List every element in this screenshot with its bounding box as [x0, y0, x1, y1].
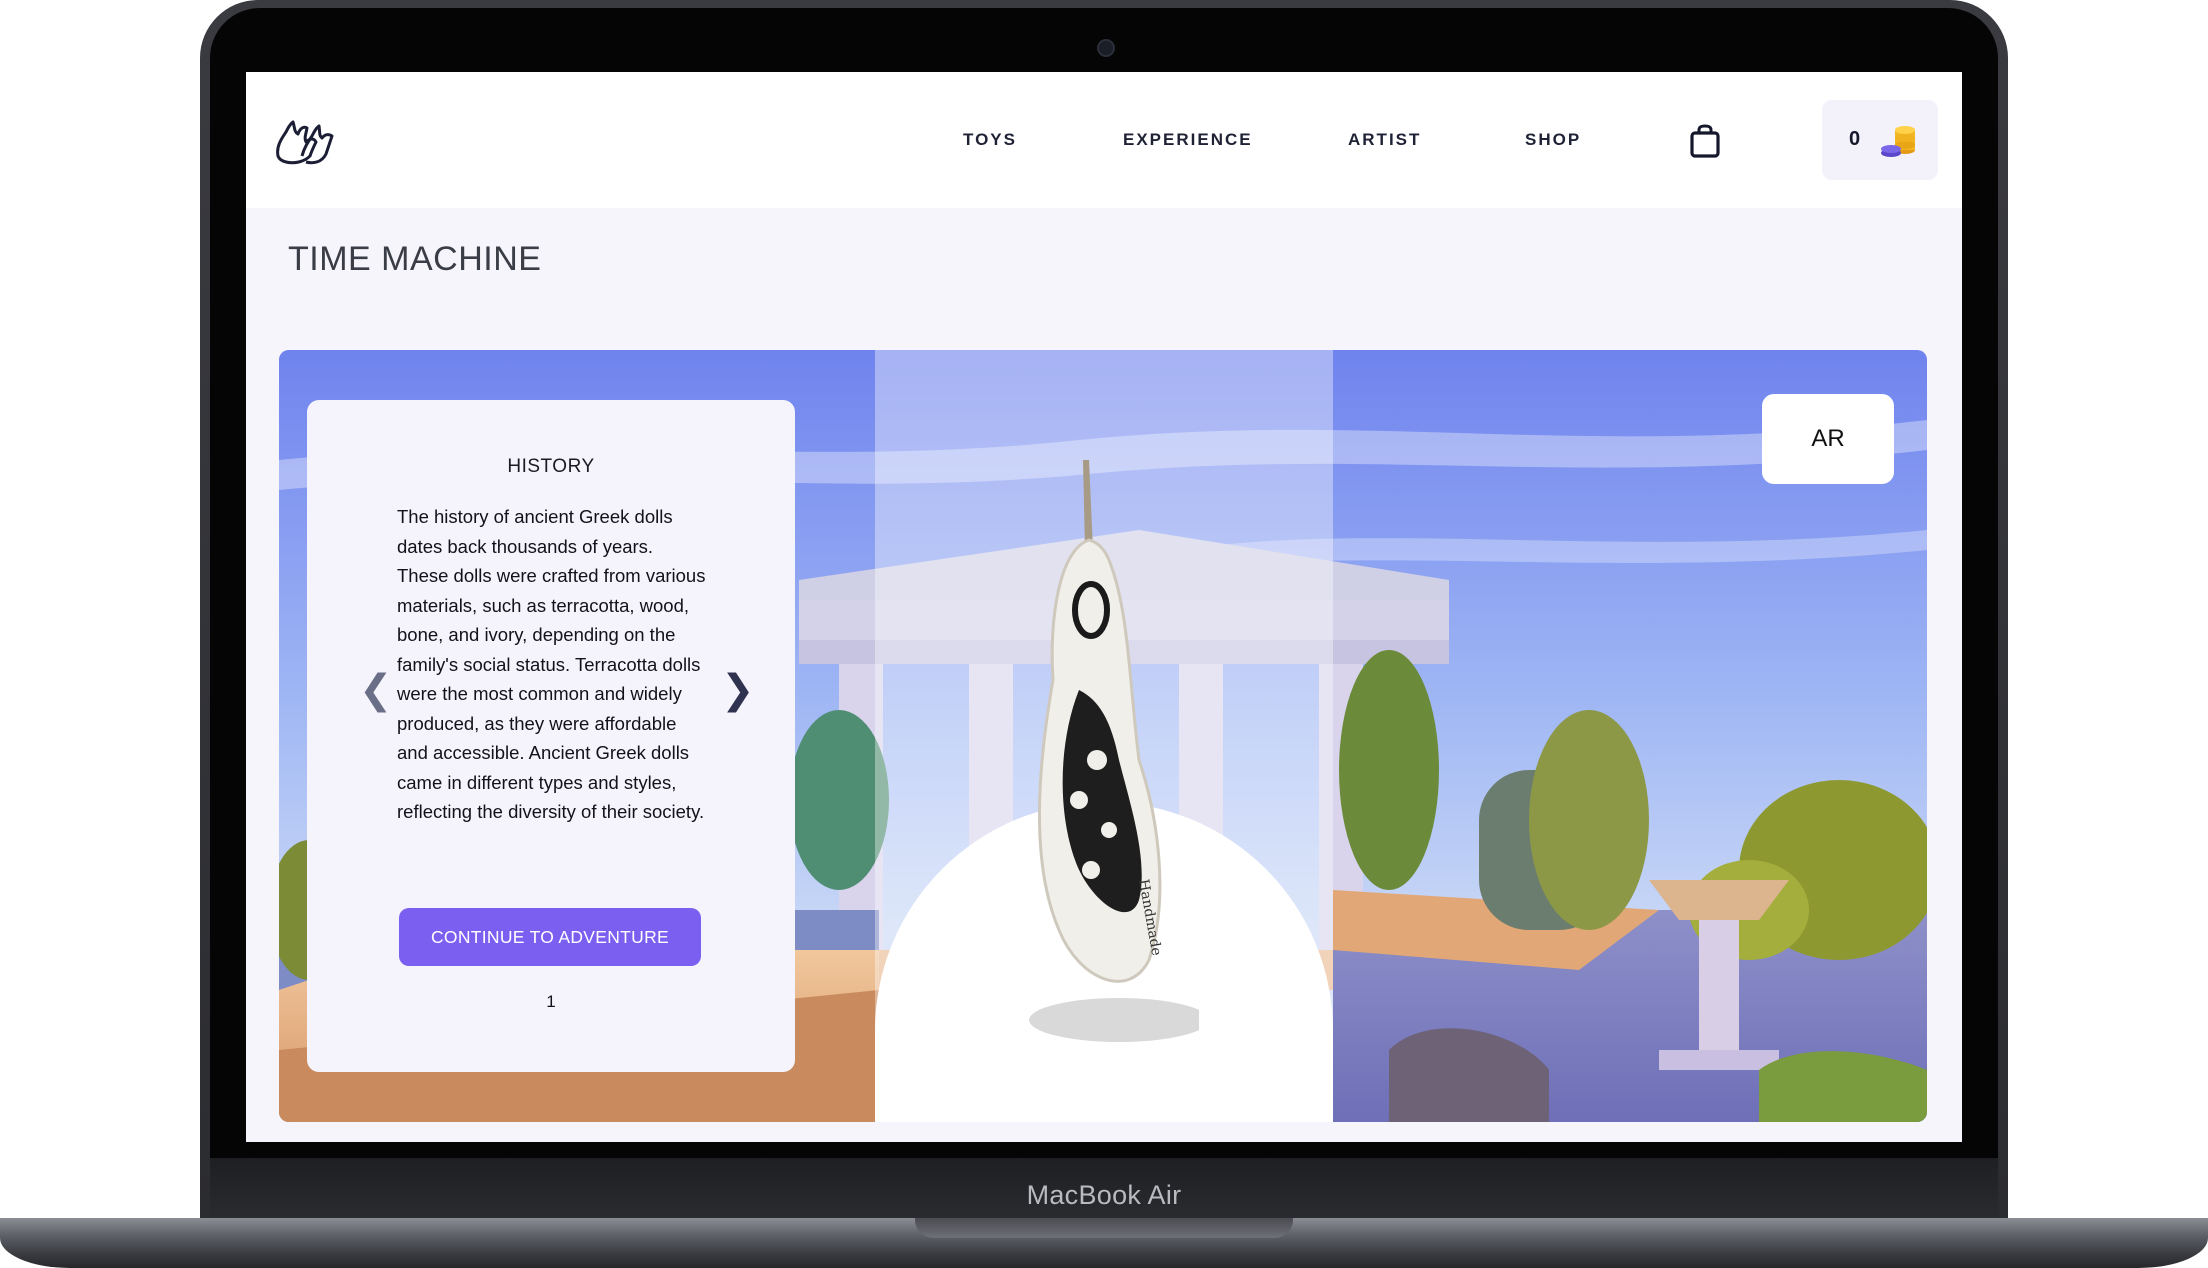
- history-text: The history of ancient Greek dolls dates…: [397, 506, 706, 822]
- chevron-right-icon[interactable]: ❯: [721, 670, 755, 710]
- continue-adventure-button[interactable]: CONTINUE TO ADVENTURE: [399, 908, 701, 966]
- nav-link-experience[interactable]: EXPERIENCE: [1123, 130, 1253, 150]
- chevron-left-icon[interactable]: ❮: [359, 670, 393, 710]
- ar-view-button[interactable]: AR: [1762, 394, 1894, 484]
- camera-icon: [1097, 39, 1115, 57]
- greek-doll-3d-model[interactable]: Handmade: [979, 460, 1199, 1060]
- device-brand-label: MacBook Air: [1026, 1180, 1182, 1210]
- coin-balance-button[interactable]: 0: [1822, 100, 1938, 180]
- hands-logo-icon[interactable]: [274, 116, 336, 166]
- laptop-notch: [915, 1218, 1293, 1238]
- page-title: TIME MACHINE: [288, 240, 542, 278]
- nav-link-shop[interactable]: SHOP: [1525, 130, 1581, 150]
- screen: TOYS EXPERIENCE ARTIST SHOP 0 TIME MACHI…: [246, 72, 1962, 1142]
- shopping-bag-icon[interactable]: [1689, 124, 1721, 158]
- top-navigation: TOYS EXPERIENCE ARTIST SHOP 0: [246, 72, 1962, 208]
- nav-link-toys[interactable]: TOYS: [963, 130, 1017, 150]
- nav-link-artist[interactable]: ARTIST: [1348, 130, 1421, 150]
- time-machine-scene: Handmade AR HISTORY The history of ancie…: [279, 350, 1927, 1122]
- coin-count: 0: [1849, 128, 1861, 150]
- history-card: HISTORY The history of ancient Greek dol…: [307, 400, 795, 1072]
- coins-icon: [1881, 126, 1915, 157]
- card-title: HISTORY: [507, 456, 595, 477]
- page-indicator: 1: [546, 992, 556, 1011]
